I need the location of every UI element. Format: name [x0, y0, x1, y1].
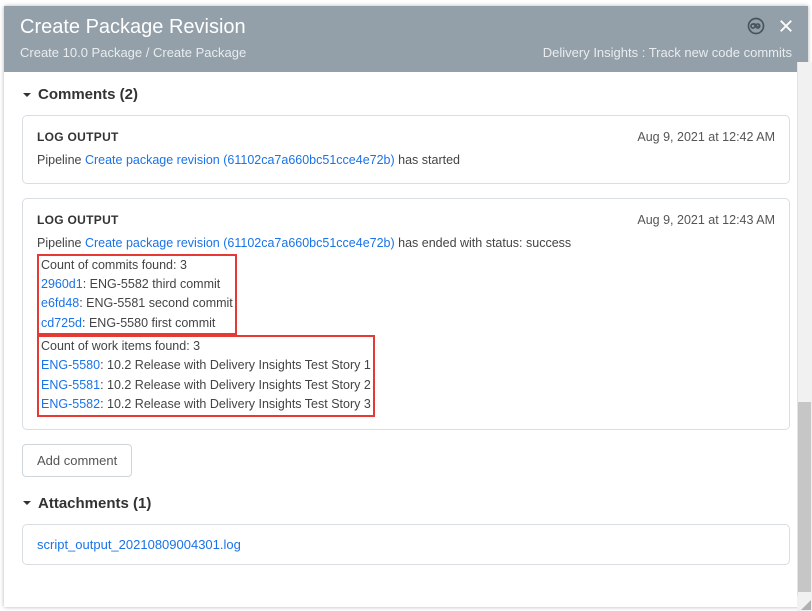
log-head: LOG OUTPUT Aug 9, 2021 at 12:42 AM	[37, 128, 775, 147]
modal-title: Create Package Revision	[20, 16, 792, 39]
commit-row: 2960d1: ENG-5582 third commit	[41, 275, 233, 294]
log-label: LOG OUTPUT	[37, 211, 119, 230]
commits-count: Count of commits found: 3	[41, 256, 233, 275]
comments-header[interactable]: Comments (2)	[22, 86, 790, 103]
commit-text: : ENG-5580 first commit	[82, 316, 215, 330]
header-subtitle: Delivery Insights : Track new code commi…	[543, 45, 792, 60]
attachments-header[interactable]: Attachments (1)	[22, 495, 790, 512]
workitem-text: : 10.2 Release with Delivery Insights Te…	[100, 397, 371, 411]
chevron-down-icon	[22, 90, 32, 100]
attachment-link[interactable]: script_output_20210809004301.log	[37, 537, 241, 552]
workitems-highlight: Count of work items found: 3 ENG-5580: 1…	[37, 335, 375, 417]
attachment-card: script_output_20210809004301.log	[22, 524, 790, 565]
workitem-link[interactable]: ENG-5580	[41, 358, 100, 372]
comments-heading-text: Comments (2)	[38, 86, 138, 103]
workitems-count: Count of work items found: 3	[41, 337, 371, 356]
header-sub: Create 10.0 Package / Create Package Del…	[20, 45, 792, 60]
workitem-text: : 10.2 Release with Delivery Insights Te…	[100, 358, 371, 372]
commit-text: : ENG-5582 third commit	[83, 277, 221, 291]
log-label: LOG OUTPUT	[37, 128, 119, 147]
modal-content: Comments (2) LOG OUTPUT Aug 9, 2021 at 1…	[4, 72, 808, 607]
log-card-2: LOG OUTPUT Aug 9, 2021 at 12:43 AM Pipel…	[22, 198, 790, 430]
log-text: Pipeline	[37, 153, 85, 167]
log-time: Aug 9, 2021 at 12:42 AM	[637, 128, 775, 147]
workitem-row: ENG-5581: 10.2 Release with Delivery Ins…	[41, 376, 371, 395]
workitem-link[interactable]: ENG-5581	[41, 378, 100, 392]
scrollbar[interactable]	[797, 62, 812, 611]
log-text: Pipeline	[37, 236, 85, 250]
add-comment-button[interactable]: Add comment	[22, 444, 132, 477]
workitem-text: : 10.2 Release with Delivery Insights Te…	[100, 378, 371, 392]
scrollbar-corner	[797, 596, 812, 611]
log-body: Pipeline Create package revision (61102c…	[37, 151, 775, 170]
commit-row: e6fd48: ENG-5581 second commit	[41, 294, 233, 313]
chevron-down-icon	[22, 498, 32, 508]
breadcrumb: Create 10.0 Package / Create Package	[20, 45, 246, 60]
workitem-link[interactable]: ENG-5582	[41, 397, 100, 411]
infinity-icon[interactable]	[746, 16, 766, 36]
pipeline-link[interactable]: Create package revision (61102ca7a660bc5…	[85, 153, 395, 167]
modal-header: Create Package Revision Create 10.0 Pack…	[4, 6, 808, 72]
workitem-row: ENG-5580: 10.2 Release with Delivery Ins…	[41, 356, 371, 375]
commit-text: : ENG-5581 second commit	[79, 296, 233, 310]
commit-row: cd725d: ENG-5580 first commit	[41, 314, 233, 333]
log-text: has started	[395, 153, 460, 167]
scrollbar-thumb[interactable]	[798, 402, 811, 592]
commit-link[interactable]: cd725d	[41, 316, 82, 330]
commits-highlight: Count of commits found: 3 2960d1: ENG-55…	[37, 254, 237, 336]
header-icons	[746, 16, 796, 36]
modal: Create Package Revision Create 10.0 Pack…	[4, 6, 808, 607]
commit-link[interactable]: e6fd48	[41, 296, 79, 310]
log-card-1: LOG OUTPUT Aug 9, 2021 at 12:42 AM Pipel…	[22, 115, 790, 184]
close-icon[interactable]	[776, 16, 796, 36]
commit-link[interactable]: 2960d1	[41, 277, 83, 291]
attachments-heading-text: Attachments (1)	[38, 495, 151, 512]
log-time: Aug 9, 2021 at 12:43 AM	[637, 211, 775, 230]
workitem-row: ENG-5582: 10.2 Release with Delivery Ins…	[41, 395, 371, 414]
log-body: Pipeline Create package revision (61102c…	[37, 234, 775, 253]
log-text: has ended with status: success	[395, 236, 571, 250]
log-head: LOG OUTPUT Aug 9, 2021 at 12:43 AM	[37, 211, 775, 230]
resize-grip-icon[interactable]	[799, 598, 811, 610]
pipeline-link[interactable]: Create package revision (61102ca7a660bc5…	[85, 236, 395, 250]
